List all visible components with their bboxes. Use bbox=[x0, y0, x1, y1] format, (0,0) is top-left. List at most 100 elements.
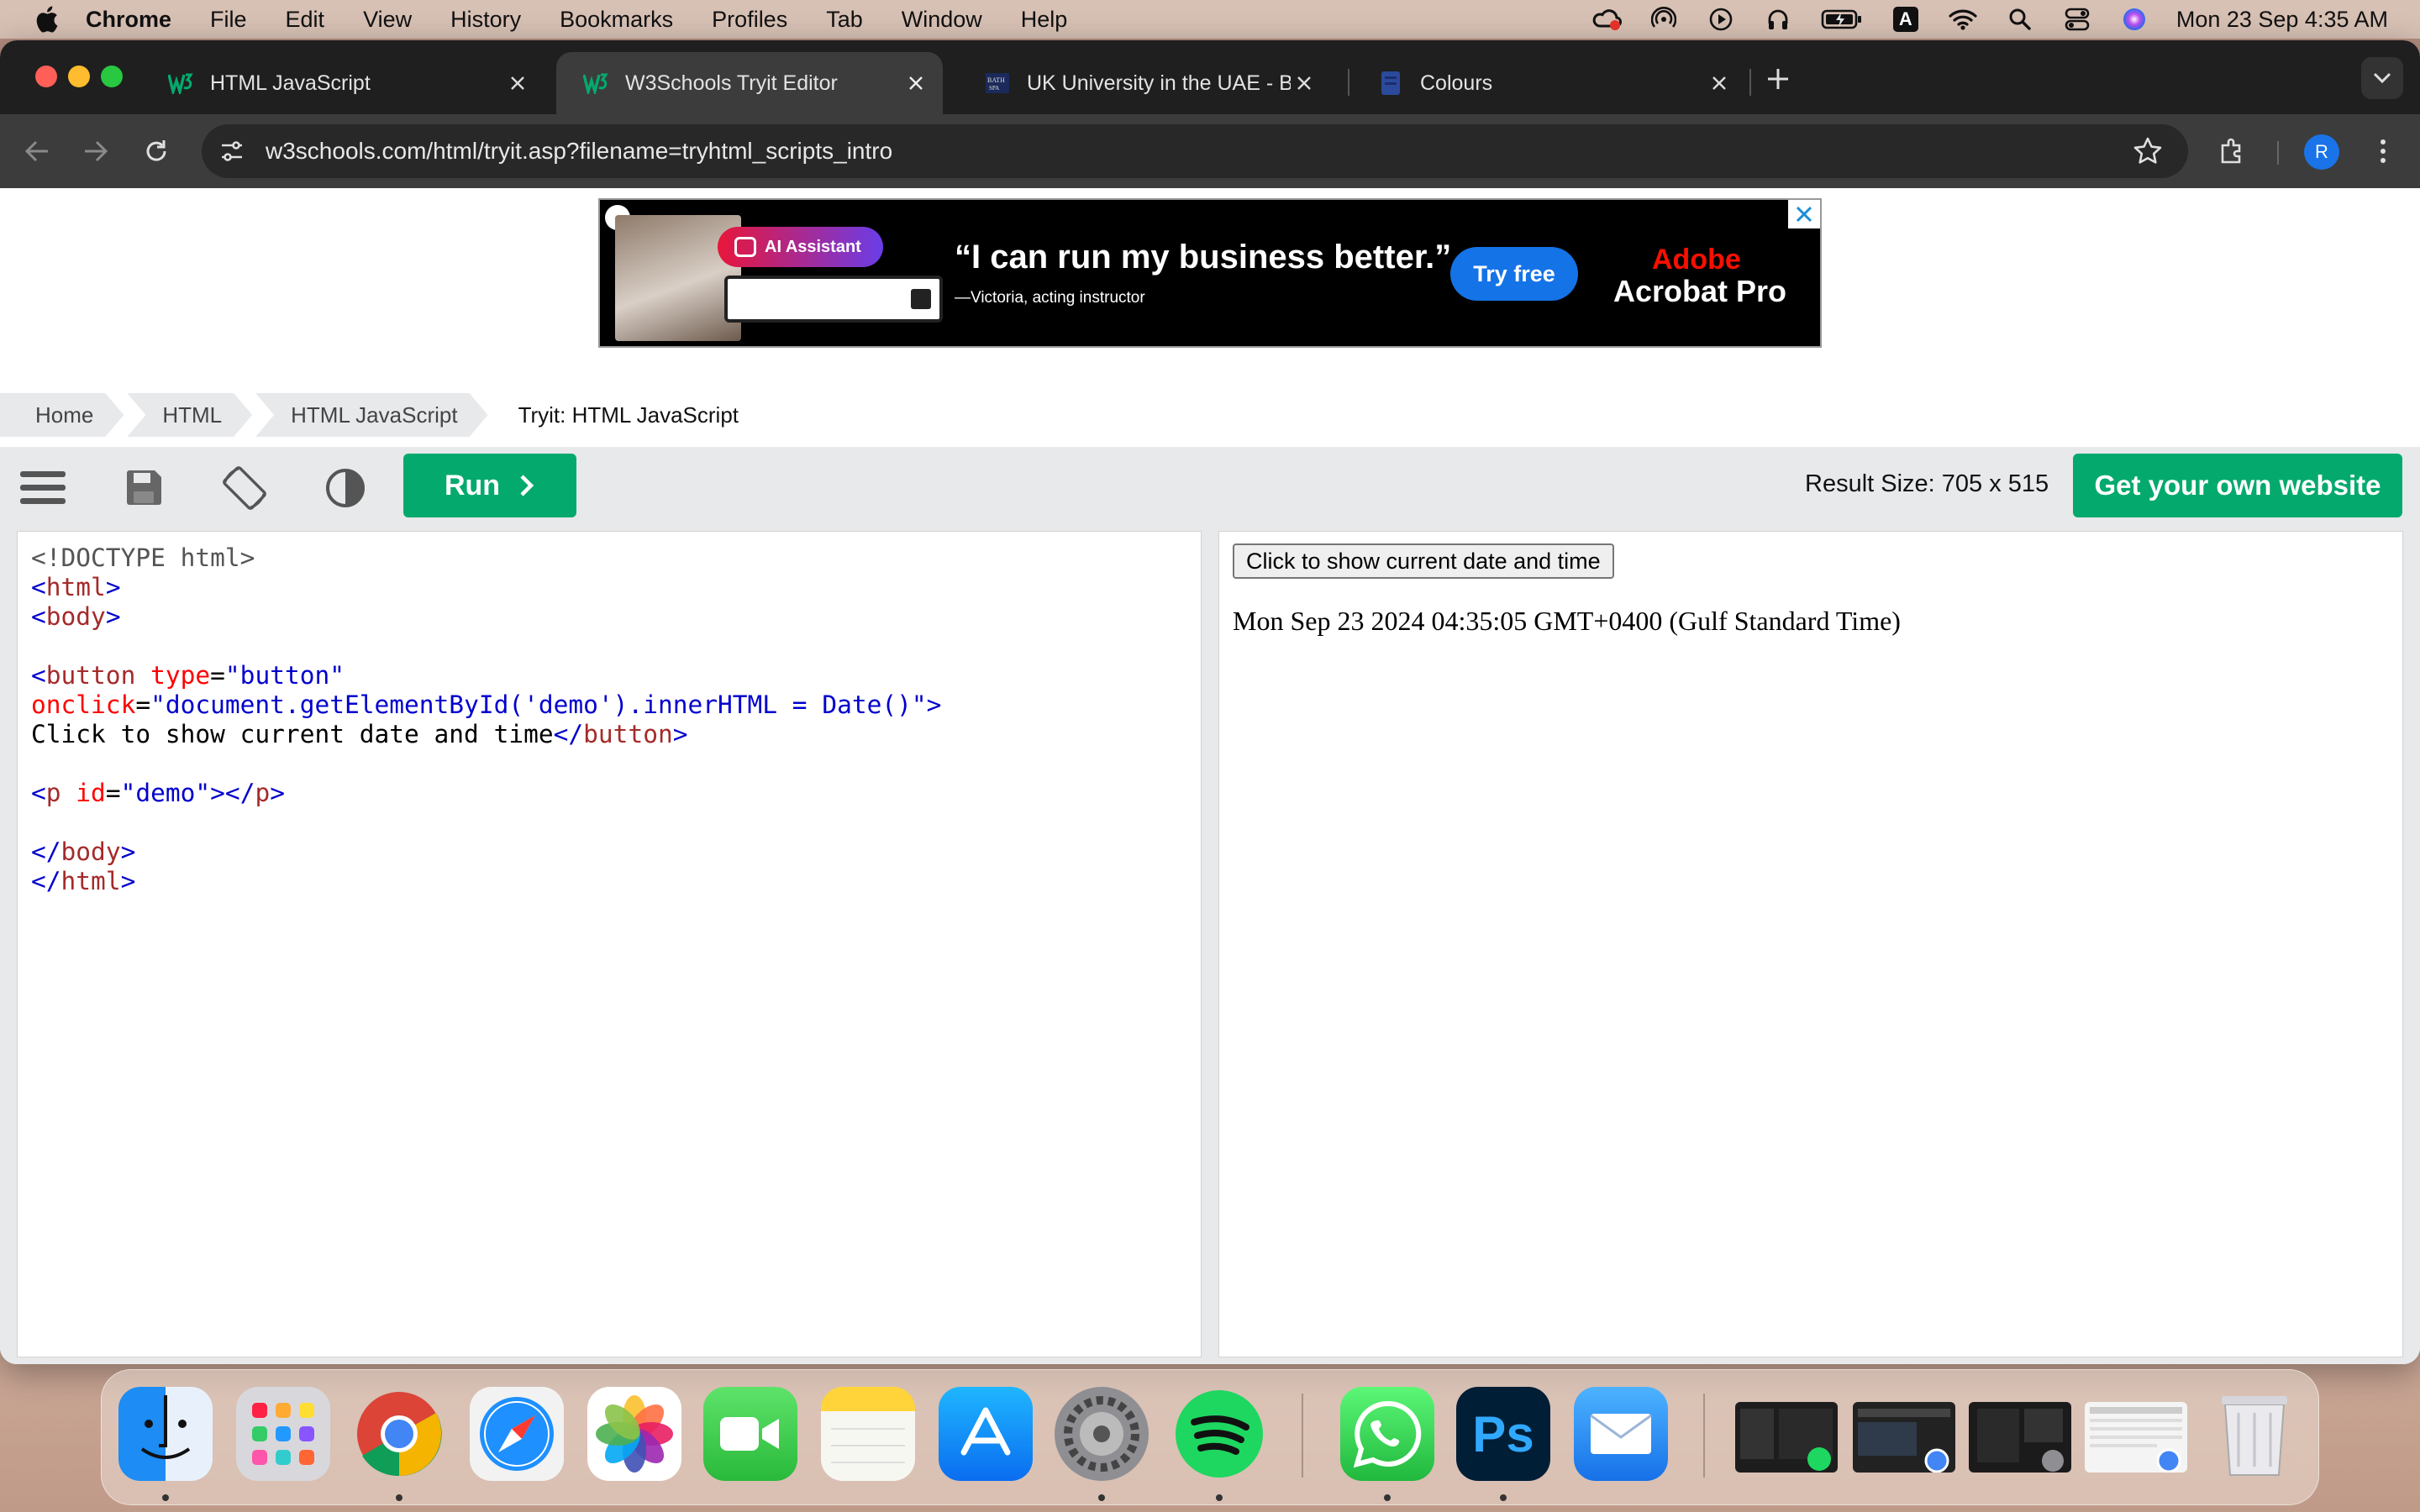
tab-close-icon[interactable] bbox=[504, 70, 531, 97]
browser-toolbar: w3schools.com/html/tryit.asp?filename=tr… bbox=[0, 114, 2420, 188]
tryit-toolbar: Run Result Size: 705 x 515 Get your own … bbox=[0, 447, 2420, 524]
battery-icon[interactable] bbox=[1820, 7, 1864, 32]
show-date-button[interactable]: Click to show current date and time bbox=[1233, 543, 1614, 579]
tab-title: Colours bbox=[1420, 71, 1493, 95]
dark-mode-toggle-icon[interactable] bbox=[321, 464, 370, 512]
minimized-window-thumbnail[interactable] bbox=[1853, 1402, 1955, 1473]
window-zoom-button[interactable] bbox=[101, 66, 123, 87]
tab-close-icon[interactable] bbox=[1291, 70, 1318, 97]
chat-icon bbox=[734, 237, 756, 257]
address-bar[interactable]: w3schools.com/html/tryit.asp?filename=tr… bbox=[202, 124, 2188, 178]
menu-help[interactable]: Help bbox=[1021, 7, 1068, 33]
play-icon[interactable] bbox=[1706, 7, 1736, 32]
menu-hamburger-icon[interactable] bbox=[18, 464, 67, 512]
save-icon[interactable] bbox=[119, 464, 168, 512]
finder-icon[interactable] bbox=[118, 1387, 213, 1481]
tab-title: HTML JavaScript bbox=[210, 71, 371, 95]
demo-output: Mon Sep 23 2024 04:35:05 GMT+0400 (Gulf … bbox=[1233, 606, 1901, 636]
back-button[interactable] bbox=[18, 133, 55, 170]
tab-close-icon[interactable] bbox=[1706, 70, 1733, 97]
photoshop-icon[interactable]: Ps bbox=[1456, 1387, 1550, 1481]
new-tab-button[interactable] bbox=[1763, 64, 1793, 94]
creative-cloud-icon[interactable] bbox=[1591, 7, 1622, 32]
minimized-window-thumbnail[interactable] bbox=[1969, 1402, 2071, 1473]
airdrop-icon[interactable] bbox=[1649, 7, 1679, 32]
menu-window[interactable]: Window bbox=[902, 7, 982, 33]
tab-colours[interactable]: Colours bbox=[1351, 52, 1746, 114]
system-settings-icon[interactable] bbox=[1055, 1387, 1149, 1481]
menu-history[interactable]: History bbox=[450, 7, 521, 33]
tab-title: UK University in the UAE - Ba bbox=[1027, 71, 1291, 95]
window-close-button[interactable] bbox=[35, 66, 57, 87]
menu-edit[interactable]: Edit bbox=[286, 7, 325, 33]
input-source-icon[interactable]: A bbox=[1891, 7, 1921, 32]
send-icon bbox=[911, 289, 931, 309]
bookmark-star-icon[interactable] bbox=[2133, 136, 2163, 166]
tab-uk-university-uae[interactable]: BATH SPA UK University in the UAE - Ba bbox=[958, 52, 1331, 114]
site-info-icon[interactable] bbox=[217, 136, 247, 166]
minimized-window-thumbnail[interactable] bbox=[1735, 1402, 1838, 1473]
control-center-icon[interactable] bbox=[2062, 7, 2092, 32]
chrome-icon[interactable] bbox=[352, 1387, 446, 1481]
menu-tab[interactable]: Tab bbox=[826, 7, 863, 33]
mail-icon[interactable] bbox=[1574, 1387, 1668, 1481]
tab-close-icon[interactable] bbox=[902, 70, 929, 97]
svg-text:BATH: BATH bbox=[987, 76, 1005, 84]
whatsapp-icon[interactable] bbox=[1340, 1387, 1434, 1481]
macos-dock: Ps bbox=[101, 1369, 2319, 1505]
forward-button[interactable] bbox=[77, 133, 114, 170]
breadcrumb-html-javascript[interactable]: HTML JavaScript bbox=[255, 393, 487, 437]
ad-brand-adobe: Adobe bbox=[1652, 244, 1741, 276]
tab-separator bbox=[1749, 69, 1751, 96]
wifi-icon[interactable] bbox=[1948, 7, 1978, 32]
menu-app-name[interactable]: Chrome bbox=[86, 7, 171, 33]
notes-icon[interactable] bbox=[821, 1387, 915, 1481]
run-button[interactable]: Run bbox=[403, 454, 576, 517]
menu-view[interactable]: View bbox=[363, 7, 412, 33]
breadcrumb-home[interactable]: Home bbox=[0, 393, 124, 437]
spotify-icon[interactable] bbox=[1172, 1387, 1266, 1481]
ad-try-free-button[interactable]: Try free bbox=[1450, 247, 1578, 301]
tryit-editor: Run Result Size: 705 x 515 Get your own … bbox=[0, 447, 2420, 1364]
headphones-icon[interactable] bbox=[1763, 7, 1793, 32]
rotate-orientation-icon[interactable] bbox=[220, 464, 269, 512]
menu-profiles[interactable]: Profiles bbox=[712, 7, 787, 33]
run-button-label: Run bbox=[444, 469, 501, 501]
facetime-icon[interactable] bbox=[703, 1387, 797, 1481]
result-frame: Click to show current date and time Mon … bbox=[1218, 531, 2403, 1357]
reload-button[interactable] bbox=[138, 133, 175, 170]
profile-avatar[interactable]: R bbox=[2304, 134, 2339, 170]
dock-separator bbox=[1703, 1394, 1705, 1478]
window-minimize-button[interactable] bbox=[68, 66, 90, 87]
breadcrumb-html[interactable]: HTML bbox=[127, 393, 252, 437]
ad-badge-label: AI Assistant bbox=[765, 237, 861, 256]
w3schools-favicon bbox=[168, 71, 193, 96]
w3schools-favicon bbox=[583, 71, 608, 96]
tab-w3schools-tryit-editor[interactable]: W3Schools Tryit Editor bbox=[556, 52, 943, 114]
menu-file[interactable]: File bbox=[210, 7, 247, 33]
tab-html-javascript[interactable]: HTML JavaScript bbox=[141, 52, 544, 114]
app-store-icon[interactable] bbox=[939, 1387, 1033, 1481]
menu-bookmarks[interactable]: Bookmarks bbox=[560, 7, 673, 33]
adobe-ad-banner[interactable]: AI Assistant “I can run my business bett… bbox=[598, 198, 1822, 348]
extensions-icon[interactable] bbox=[2213, 133, 2250, 170]
safari-icon[interactable] bbox=[470, 1387, 564, 1481]
ad-close-icon[interactable] bbox=[1788, 200, 1820, 228]
photos-icon[interactable] bbox=[587, 1387, 681, 1481]
code-content[interactable]: <!DOCTYPE html> <html> <body> <button ty… bbox=[31, 543, 941, 896]
menubar-clock[interactable]: Mon 23 Sep 4:35 AM bbox=[2176, 7, 2388, 33]
svg-text:SPA: SPA bbox=[989, 85, 999, 92]
chrome-menu-icon[interactable] bbox=[2365, 133, 2402, 170]
apple-menu-icon[interactable] bbox=[34, 5, 59, 34]
spotlight-icon[interactable] bbox=[2005, 7, 2035, 32]
code-editor[interactable]: <!DOCTYPE html> <html> <body> <button ty… bbox=[17, 531, 1202, 1357]
tab-separator bbox=[1348, 69, 1349, 96]
minimized-window-thumbnail[interactable] bbox=[2085, 1402, 2187, 1473]
trash-icon[interactable] bbox=[2207, 1387, 2302, 1481]
siri-icon[interactable] bbox=[2119, 7, 2149, 32]
get-your-own-website-button[interactable]: Get your own website bbox=[2073, 454, 2402, 517]
breadcrumb-current: Tryit: HTML JavaScript bbox=[491, 393, 769, 437]
tab-search-button[interactable] bbox=[2361, 57, 2403, 99]
ad-ai-assistant-badge: AI Assistant bbox=[718, 227, 883, 267]
launchpad-icon[interactable] bbox=[236, 1387, 330, 1481]
